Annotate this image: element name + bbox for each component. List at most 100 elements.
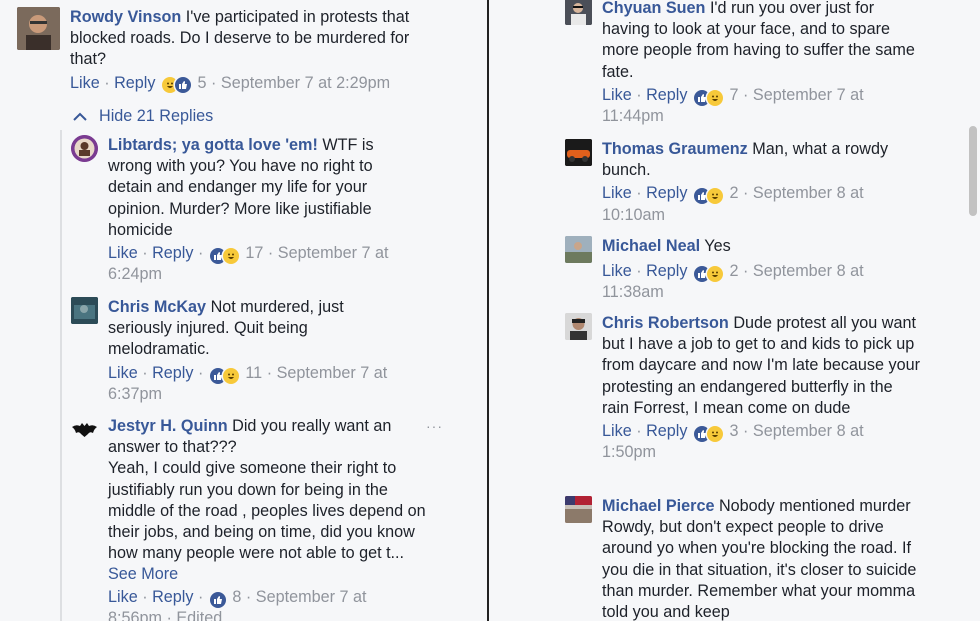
haha-face-icon xyxy=(706,426,723,443)
comment-text-continued: Yeah, I could give someone their right t… xyxy=(108,459,426,563)
comment-author[interactable]: Thomas Graumenz xyxy=(602,140,748,158)
avatar[interactable] xyxy=(565,236,592,263)
reply-jestyr-quinn: Jestyr H. Quinn Did you really want an a… xyxy=(71,416,471,621)
scrollbar-thumb[interactable] xyxy=(969,126,977,216)
comment-rowdy-vinson: Rowdy Vinson I've participated in protes… xyxy=(17,7,457,94)
reaction-icons[interactable] xyxy=(693,266,723,283)
comment-author[interactable]: Chris Robertson xyxy=(602,314,729,332)
hide-replies-toggle[interactable]: Hide 21 Replies xyxy=(73,106,213,127)
see-more-link[interactable]: See More xyxy=(108,565,178,583)
comment-body: Michael Pierce Nobody mentioned murder R… xyxy=(602,496,922,621)
comment-body: Jestyr H. Quinn Did you really want an a… xyxy=(108,416,438,621)
timestamp[interactable]: September 7 at xyxy=(256,588,367,606)
like-link[interactable]: Like xyxy=(108,364,138,382)
reaction-icons[interactable] xyxy=(161,76,191,93)
comment-body: Chris Robertson Dude protest all you wan… xyxy=(602,313,922,463)
haha-face-icon xyxy=(706,266,723,283)
like-link[interactable]: Like xyxy=(602,422,632,440)
like-link[interactable]: Like xyxy=(602,86,632,104)
avatar[interactable] xyxy=(71,297,98,324)
reply-thomas-graumenz: Thomas Graumenz Man, what a rowdy bunch.… xyxy=(565,139,955,226)
comment-body: Libtards; ya gotta love 'em! WTF is wron… xyxy=(108,135,408,285)
reaction-count[interactable]: 8 xyxy=(232,588,241,606)
comment-author[interactable]: Chris McKay xyxy=(108,298,206,316)
reply-link[interactable]: Reply xyxy=(646,262,687,280)
more-options-icon[interactable]: ··· xyxy=(426,418,443,434)
reaction-count[interactable]: 2 xyxy=(729,262,738,280)
panel-divider xyxy=(487,0,489,621)
haha-face-icon xyxy=(706,188,723,205)
avatar[interactable] xyxy=(71,416,98,443)
reaction-count[interactable]: 3 xyxy=(729,422,738,440)
reply-libtards: Libtards; ya gotta love 'em! WTF is wron… xyxy=(71,135,471,285)
comment-actions: Like · Reply · 8 · September 7 at 8:56pm… xyxy=(108,587,438,621)
comment-body: Michael Neal Yes Like · Reply 2 · Septem… xyxy=(602,236,922,304)
haha-face-icon xyxy=(706,89,723,106)
comment-text: Nobody mentioned murder Rowdy, but don't… xyxy=(602,497,917,621)
reaction-icons[interactable] xyxy=(693,188,723,205)
reply-link[interactable]: Reply xyxy=(646,422,687,440)
reaction-count[interactable]: 11 xyxy=(245,364,262,382)
reply-thread-line xyxy=(60,130,62,621)
like-link[interactable]: Like xyxy=(108,588,138,606)
comment-body: Chris McKay Not murdered, just seriously… xyxy=(108,297,408,405)
avatar[interactable] xyxy=(565,0,592,25)
reaction-count[interactable]: 5 xyxy=(197,74,206,92)
comment-author[interactable]: Michael Pierce xyxy=(602,497,714,515)
hide-replies-label: Hide 21 Replies xyxy=(99,107,214,125)
comment-actions: Like · Reply 2 · September 8 at 11:38am xyxy=(602,262,864,302)
chevron-up-icon xyxy=(73,106,87,127)
avatar[interactable] xyxy=(71,135,98,162)
reaction-count[interactable]: 2 xyxy=(729,184,738,202)
timestamp[interactable]: September 7 at 2:29pm xyxy=(221,74,390,92)
comment-author[interactable]: Jestyr H. Quinn xyxy=(108,417,228,435)
reply-link[interactable]: Reply xyxy=(152,244,193,262)
avatar[interactable] xyxy=(565,139,592,166)
comment-author[interactable]: Chyuan Suen xyxy=(602,0,705,17)
comment-author[interactable]: Michael Neal xyxy=(602,237,700,255)
comment-actions: Like · Reply · 17 · September 7 at 6:24p… xyxy=(108,244,389,284)
comment-body: Rowdy Vinson I've participated in protes… xyxy=(70,7,440,94)
thumbs-up-icon xyxy=(174,76,191,93)
avatar[interactable] xyxy=(565,496,592,523)
reaction-icons[interactable] xyxy=(693,426,723,443)
avatar[interactable] xyxy=(17,7,60,50)
avatar[interactable] xyxy=(565,313,592,340)
haha-face-icon xyxy=(222,367,239,384)
comment-actions: Like · Reply 2 · September 8 at 10:10am xyxy=(602,184,864,224)
reply-link[interactable]: Reply xyxy=(152,588,193,606)
right-comment-panel: Chyuan Suen I'd run you over just for ha… xyxy=(490,0,980,621)
reply-link[interactable]: Reply xyxy=(152,364,193,382)
comment-text: Yes xyxy=(704,237,731,255)
reaction-count[interactable]: 7 xyxy=(729,86,738,104)
comment-body: Chyuan Suen I'd run you over just for ha… xyxy=(602,0,922,127)
reaction-icons[interactable] xyxy=(693,89,723,106)
comment-actions: Like · Reply 5 · September 7 at 2:29pm xyxy=(70,73,391,93)
reply-chyuan-suen: Chyuan Suen I'd run you over just for ha… xyxy=(565,0,955,127)
reaction-count[interactable]: 17 xyxy=(245,244,263,262)
reply-link[interactable]: Reply xyxy=(646,184,687,202)
reaction-icons[interactable] xyxy=(209,248,239,265)
thumbs-up-icon xyxy=(209,591,226,608)
comment-actions: Like · Reply 7 · September 7 at 11:44pm xyxy=(602,85,864,126)
left-comment-panel: Rowdy Vinson I've participated in protes… xyxy=(0,0,487,621)
like-link[interactable]: Like xyxy=(70,74,100,92)
reply-link[interactable]: Reply xyxy=(646,86,687,104)
comment-author[interactable]: Libtards; ya gotta love 'em! xyxy=(108,136,318,154)
comment-body: Thomas Graumenz Man, what a rowdy bunch.… xyxy=(602,139,922,226)
like-link[interactable]: Like xyxy=(602,262,632,280)
like-link[interactable]: Like xyxy=(602,184,632,202)
reply-link[interactable]: Reply xyxy=(114,74,155,92)
timestamp-edited[interactable]: 8:56pm · Edited xyxy=(108,609,222,621)
reply-chris-mckay: Chris McKay Not murdered, just seriously… xyxy=(71,297,471,405)
haha-face-icon xyxy=(222,248,239,265)
comment-actions: Like · Reply 3 · September 8 at 1:50pm xyxy=(602,422,864,462)
comment-author[interactable]: Rowdy Vinson xyxy=(70,8,181,26)
like-link[interactable]: Like xyxy=(108,244,138,262)
comment-actions: Like · Reply · 11 · September 7 at 6:37p… xyxy=(108,363,388,403)
reply-chris-robertson: Chris Robertson Dude protest all you wan… xyxy=(565,313,955,463)
reaction-icons[interactable] xyxy=(209,367,239,384)
reply-michael-pierce: Michael Pierce Nobody mentioned murder R… xyxy=(565,496,955,621)
scrollbar[interactable] xyxy=(966,0,980,621)
reaction-icons[interactable] xyxy=(209,591,226,608)
